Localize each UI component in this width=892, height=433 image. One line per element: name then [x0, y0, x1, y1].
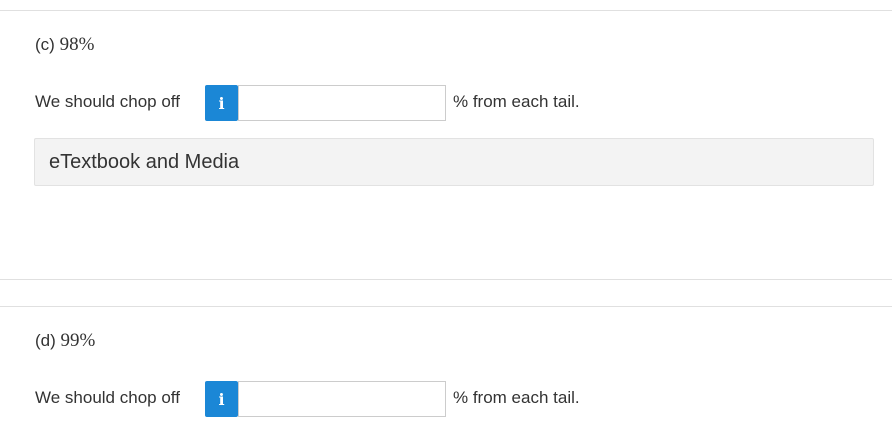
section-divider-1: [0, 279, 892, 280]
part-d-label: (d) 99%: [35, 330, 95, 352]
part-c-prefix: (c): [35, 35, 55, 54]
part-c-answer-input[interactable]: [238, 85, 446, 121]
info-icon: i: [218, 389, 225, 409]
part-d-answer-row: We should chop off i % from each tail.: [35, 380, 892, 418]
top-divider: [0, 10, 892, 11]
section-divider-2: [0, 306, 892, 307]
part-d-answer-input[interactable]: [238, 381, 446, 417]
part-d-lead-text: We should chop off: [35, 388, 180, 407]
part-d-prefix: (d): [35, 331, 56, 350]
part-c-answer-row: We should chop off i % from each tail.: [35, 84, 892, 122]
etextbook-media-label: eTextbook and Media: [49, 151, 240, 173]
part-c-label: (c) 98%: [35, 34, 94, 56]
part-c-lead-text: We should chop off: [35, 92, 180, 111]
part-d-trail-text: % from each tail.: [453, 388, 580, 407]
part-d-percent: 99%: [60, 330, 96, 351]
part-c-percent: 98%: [59, 34, 95, 55]
part-c-info-button[interactable]: i: [205, 85, 238, 121]
etextbook-media-toggle[interactable]: eTextbook and Media: [34, 138, 874, 186]
info-icon: i: [218, 93, 225, 113]
part-c-trail-text: % from each tail.: [453, 92, 580, 111]
part-d-info-button[interactable]: i: [205, 381, 238, 417]
